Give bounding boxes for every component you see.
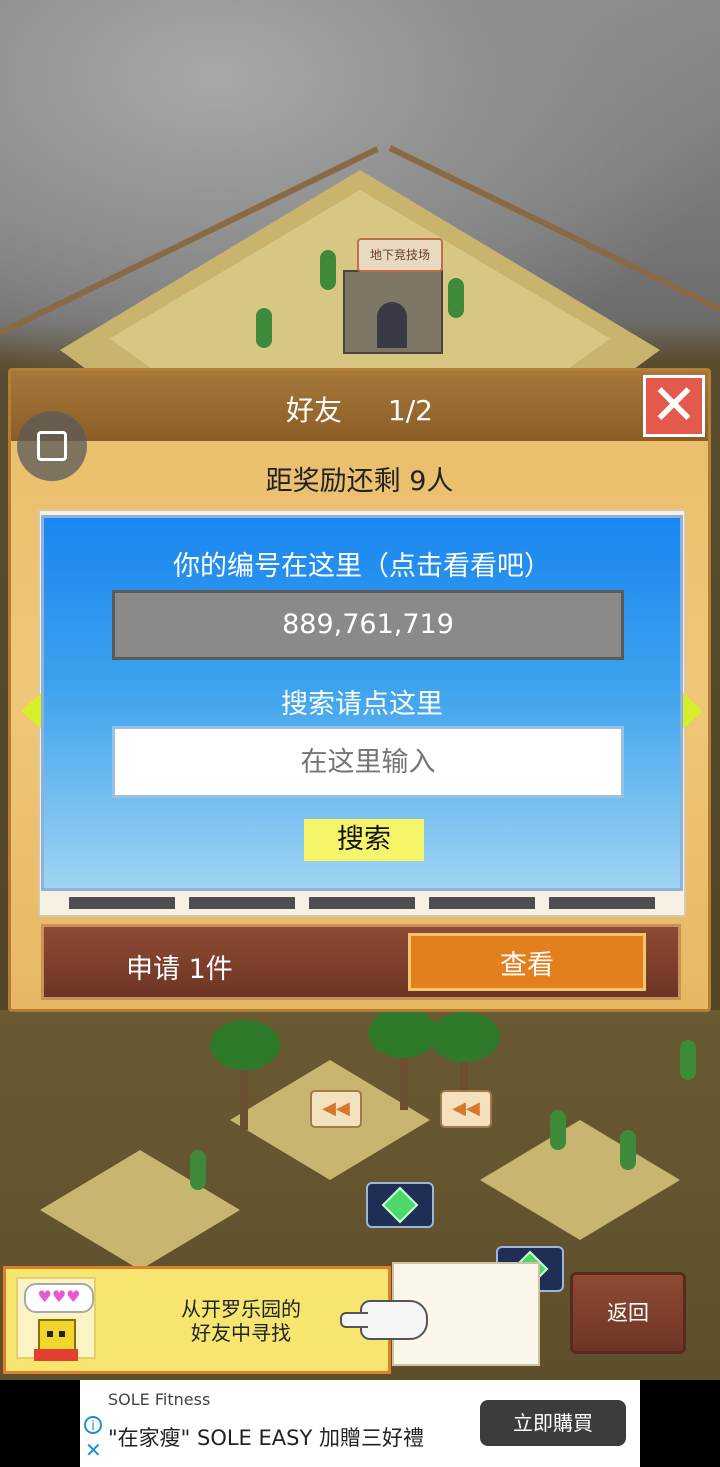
hint-text: 从开罗乐园的 好友中寻找 (106, 1297, 376, 1345)
robot-eye (59, 1331, 65, 1337)
cactus (256, 308, 272, 348)
hint-text-line1: 从开罗乐园的 (181, 1297, 301, 1321)
hearts-bubble: ♥♥♥ (24, 1283, 94, 1313)
palm-tree (430, 1012, 500, 1062)
request-count-label: 申请 1件 (126, 954, 233, 985)
dialog-page-indicator: 1/2 (387, 394, 433, 427)
close-button[interactable]: ✕ (643, 375, 705, 437)
friend-search-input[interactable] (112, 726, 624, 798)
palm-tree (368, 1008, 438, 1058)
gem-badge[interactable] (366, 1182, 434, 1228)
id-caption: 你的编号在这里（点击看看吧） (173, 551, 551, 582)
robot-eye (47, 1331, 53, 1337)
slot-strip (69, 897, 175, 909)
worker-rewind-icon[interactable]: ◀◀ (440, 1090, 492, 1128)
ad-brand: SOLE Fitness (108, 1390, 211, 1409)
palm-trunk (240, 1060, 248, 1130)
hint-text-line2: 好友中寻找 (191, 1321, 291, 1345)
back-button[interactable]: 返回 (570, 1272, 686, 1354)
dialog-title-text: 好友 (286, 394, 343, 427)
cactus (680, 1040, 696, 1080)
cactus (320, 250, 336, 290)
ad-info-icon[interactable]: i (84, 1416, 102, 1434)
search-button[interactable]: 搜索 (304, 819, 424, 861)
ad-banner[interactable]: SOLE Fitness i ✕ "在家瘦" SOLE EASY 加贈三好禮 立… (80, 1380, 640, 1467)
slot-strip (549, 897, 655, 909)
cactus (190, 1150, 206, 1190)
next-page-arrow-icon[interactable] (683, 693, 703, 729)
underground-arena-building[interactable] (343, 270, 443, 354)
friend-id-panel: 你的编号在这里（点击看看吧） 889,761,719 搜索请点这里 搜索 (41, 515, 683, 891)
worker-rewind-icon[interactable]: ◀◀ (310, 1090, 362, 1128)
friend-request-bar: 申请 1件 查看 (41, 924, 681, 1000)
robot-portrait: ♥♥♥ (16, 1277, 96, 1361)
close-x-icon: ✕ (650, 373, 698, 438)
prev-page-arrow-icon[interactable] (21, 693, 41, 729)
ad-text: "在家瘦" SOLE EASY 加贈三好禮 (108, 1426, 424, 1450)
green-gem-icon (381, 1186, 419, 1224)
dialog-title: 好友 1/2 (11, 389, 708, 429)
cactus (550, 1110, 566, 1150)
cactus (448, 278, 464, 318)
ad-close-icon[interactable]: ✕ (85, 1438, 102, 1462)
friends-dialog: 好友 1/2 ✕ 距奖励还剩 9人 你的编号在这里（点击看看吧） 889,761… (8, 368, 711, 1012)
search-caption: 搜索请点这里 (281, 689, 443, 720)
robot-body (34, 1349, 78, 1361)
pointing-hand-icon (340, 1300, 428, 1340)
view-requests-button[interactable]: 查看 (408, 933, 646, 991)
cactus (620, 1130, 636, 1170)
reward-remaining-text: 距奖励还剩 9人 (265, 466, 454, 497)
square-icon (37, 431, 67, 461)
slot-strip (189, 897, 295, 909)
arena-sign: 地下竞技场 (357, 238, 443, 272)
arena-door (377, 302, 407, 348)
slot-strip (309, 897, 415, 909)
slot-strip (429, 897, 535, 909)
floating-window-toggle[interactable] (17, 411, 87, 481)
my-id-field[interactable]: 889,761,719 (112, 590, 624, 660)
palm-tree (210, 1020, 280, 1070)
hint-banner: ♥♥♥ 从开罗乐园的 好友中寻找 (3, 1266, 391, 1374)
ad-cta-button[interactable]: 立即購買 (480, 1400, 626, 1446)
